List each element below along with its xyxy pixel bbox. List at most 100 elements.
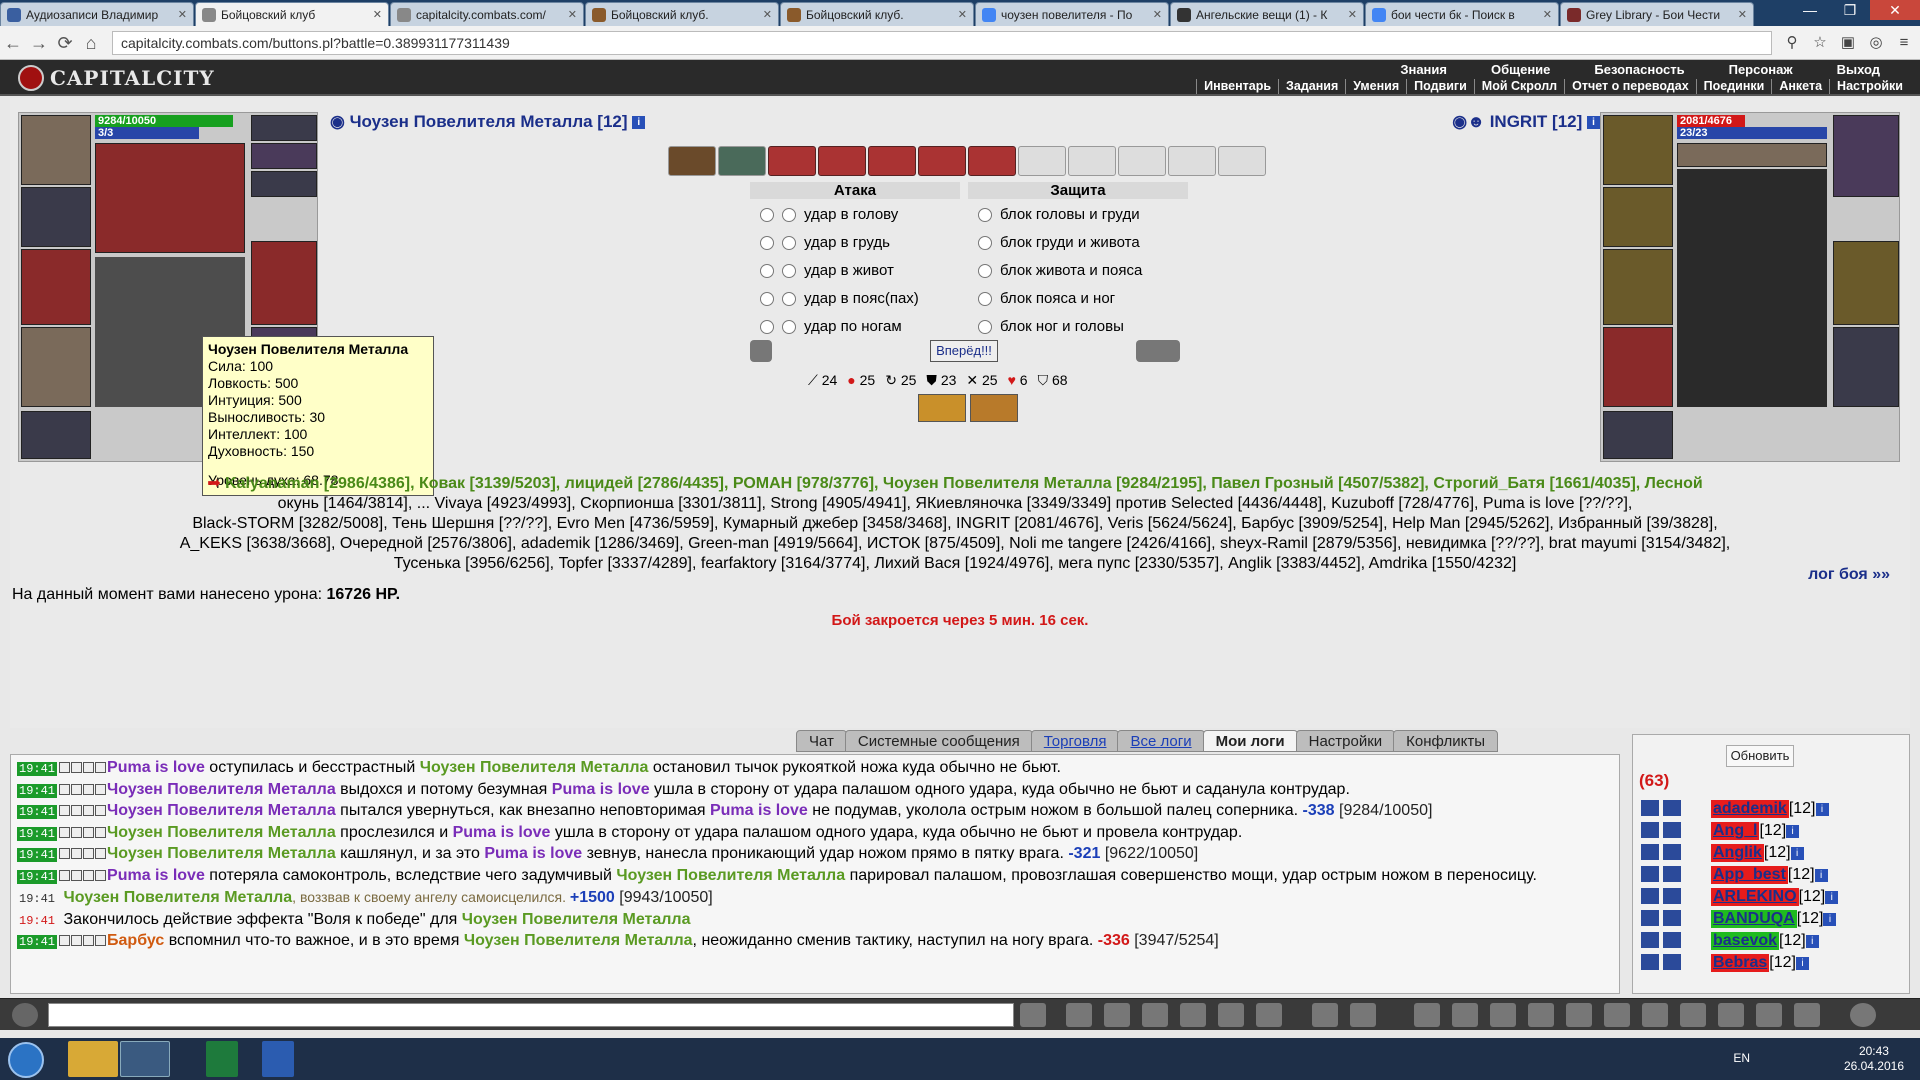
smiley-icon[interactable]: [1312, 1003, 1338, 1027]
submenu-skills[interactable]: Умения: [1345, 79, 1406, 94]
effects-grid[interactable]: [95, 143, 245, 253]
gloves-slot[interactable]: [1603, 187, 1673, 247]
radio-icon[interactable]: [760, 235, 774, 250]
filter-icon[interactable]: [1104, 1003, 1130, 1027]
home-icon[interactable]: ⌂: [78, 30, 104, 56]
radio-icon[interactable]: [760, 207, 774, 222]
browser-tab[interactable]: Бойцовский клуб. ✕: [780, 2, 974, 26]
action-icon[interactable]: [1756, 1003, 1782, 1027]
tab-close-icon[interactable]: ✕: [373, 8, 382, 21]
action-icon[interactable]: [1604, 1003, 1630, 1027]
browser-tab[interactable]: Бойцовский клуб. ✕: [585, 2, 779, 26]
minimize-icon[interactable]: —: [1790, 0, 1830, 20]
explorer-icon[interactable]: [68, 1041, 118, 1077]
user-row[interactable]: Bebras [12] i: [1641, 953, 1809, 973]
tab-close-icon[interactable]: ✕: [1543, 8, 1552, 21]
chrome-icon[interactable]: [120, 1041, 170, 1077]
submenu-quests[interactable]: Задания: [1278, 79, 1345, 94]
radio-icon[interactable]: [782, 319, 796, 334]
earring-slot[interactable]: [251, 115, 317, 141]
action-icon[interactable]: [1414, 1003, 1440, 1027]
menu-character[interactable]: Персонаж: [1707, 62, 1815, 78]
effects-grid[interactable]: [1677, 143, 1827, 167]
special-skill-icon[interactable]: [970, 394, 1018, 422]
helmet-slot[interactable]: [1603, 115, 1673, 185]
info-icon[interactable]: i: [1795, 956, 1809, 970]
log-name[interactable]: Барбус: [107, 932, 164, 949]
menu-knowledge[interactable]: Знания: [1378, 62, 1469, 78]
battle-log-link[interactable]: лог боя »»: [1808, 566, 1890, 584]
translit-icon[interactable]: [1218, 1003, 1244, 1027]
start-button[interactable]: [8, 1042, 44, 1078]
reload-icon[interactable]: ⟳: [52, 30, 78, 56]
user-row[interactable]: basevok [12] i: [1641, 931, 1819, 951]
attack-waist-option[interactable]: удар в пояс(пах): [760, 290, 919, 307]
log-name[interactable]: Puma is love: [552, 781, 650, 798]
menu-security[interactable]: Безопасность: [1572, 62, 1706, 78]
extension-icon[interactable]: ▣: [1836, 31, 1860, 55]
clear-icon[interactable]: [1066, 1003, 1092, 1027]
block-chest-belly-option[interactable]: блок груди и живота: [978, 234, 1140, 251]
maximize-icon[interactable]: ❐: [1830, 0, 1870, 20]
info-icon[interactable]: i: [1823, 912, 1837, 926]
radio-icon[interactable]: [760, 319, 774, 334]
log-name[interactable]: Чоузен Повелителя Металла: [420, 759, 649, 776]
action-icon[interactable]: [1718, 1003, 1744, 1027]
offhand-slot[interactable]: [1833, 241, 1899, 325]
belt-slot[interactable]: [21, 411, 91, 459]
user-name[interactable]: BANDUQA: [1711, 910, 1797, 928]
chat-log[interactable]: 19:41 Puma is love оступилась и бесстраст…: [10, 754, 1620, 994]
clock[interactable]: 20:43 26.04.2016: [1844, 1044, 1904, 1074]
log-name[interactable]: Чоузен Повелителя Металла: [107, 824, 336, 841]
sound-icon[interactable]: [1256, 1003, 1282, 1027]
word-icon[interactable]: [262, 1041, 294, 1077]
tab-conflicts[interactable]: Конфликты: [1393, 730, 1499, 752]
tab-chat[interactable]: Чат: [796, 730, 847, 752]
browser-tab-active[interactable]: Бойцовский клуб ✕: [195, 2, 389, 26]
attack-head-option[interactable]: удар в голову: [760, 206, 898, 223]
ring-slot[interactable]: [251, 171, 317, 197]
tab-close-icon[interactable]: ✕: [1738, 8, 1747, 21]
combo-heart-icon[interactable]: [968, 146, 1016, 176]
language-indicator[interactable]: EN: [1733, 1051, 1750, 1065]
refresh-button[interactable]: Обновить: [1726, 745, 1794, 767]
log-name[interactable]: Puma is love: [484, 845, 582, 862]
clan-icon[interactable]: [1350, 1003, 1376, 1027]
enemy-name[interactable]: ◉☻ INGRIT [12] i: [1452, 112, 1600, 132]
log-name[interactable]: Чоузен Повелителя Металла: [63, 889, 292, 906]
chat-menu-icon[interactable]: [12, 1003, 38, 1027]
browser-tab[interactable]: Ангельские вещи (1) - К ✕: [1170, 2, 1364, 26]
offhand-slot[interactable]: [251, 241, 317, 325]
user-row[interactable]: adademik [12] i: [1641, 799, 1829, 819]
exit-icon[interactable]: [1794, 1003, 1820, 1027]
radio-icon[interactable]: [978, 291, 992, 306]
log-name[interactable]: Puma is love: [107, 759, 205, 776]
send-icon[interactable]: [1020, 1003, 1046, 1027]
info-icon[interactable]: i: [1587, 116, 1600, 130]
radio-icon[interactable]: [978, 207, 992, 222]
extension-icon[interactable]: ◎: [1864, 31, 1888, 55]
radio-icon[interactable]: [782, 207, 796, 222]
info-icon[interactable]: i: [1786, 824, 1800, 838]
log-name[interactable]: Чоузен Повелителя Металла: [464, 932, 693, 949]
user-row[interactable]: Ang_l [12] i: [1641, 821, 1800, 841]
special-skill-icon[interactable]: [918, 394, 966, 422]
window-close-icon[interactable]: ✕: [1870, 0, 1920, 20]
browser-tab[interactable]: capitalcity.combats.com/ ✕: [390, 2, 584, 26]
user-name[interactable]: ARLEKINO: [1711, 888, 1799, 906]
amulet-slot[interactable]: [251, 143, 317, 169]
radio-icon[interactable]: [782, 235, 796, 250]
url-input[interactable]: capitalcity.combats.com/buttons.pl?battl…: [112, 30, 1772, 55]
submenu-scroll[interactable]: Мой Скролл: [1473, 79, 1564, 94]
log-name[interactable]: Puma is love: [107, 867, 205, 884]
bookmark-star-icon[interactable]: ☆: [1808, 31, 1832, 55]
shield-icon[interactable]: [1136, 340, 1180, 362]
weapon-slot[interactable]: [1603, 249, 1673, 325]
radio-icon[interactable]: [978, 263, 992, 278]
forward-button[interactable]: Вперёд!!!: [930, 340, 998, 362]
browser-tab[interactable]: Аудиозаписи Владимир ✕: [0, 2, 194, 26]
attack-belly-option[interactable]: удар в живот: [760, 262, 894, 279]
submenu-settings[interactable]: Настройки: [1829, 79, 1910, 94]
shield-icon[interactable]: [750, 340, 772, 362]
action-icon[interactable]: [1528, 1003, 1554, 1027]
